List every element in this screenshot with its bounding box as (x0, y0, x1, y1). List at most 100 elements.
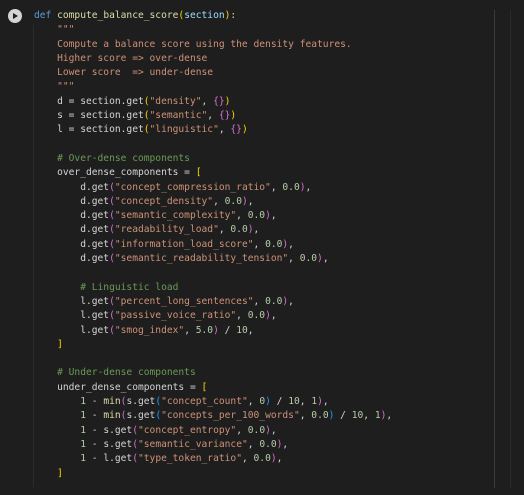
code-token: {} (213, 95, 225, 107)
code-token: d.get (34, 238, 110, 250)
code-token: d.get (34, 181, 110, 193)
code-token: ) (241, 124, 248, 136)
play-icon (13, 13, 18, 19)
code-token: l.get (34, 310, 110, 322)
code-line: d = section.get("density", {}) (34, 95, 392, 109)
code-token: , (247, 195, 254, 207)
code-token: , (299, 410, 312, 422)
code-token: Higher score => over-dense (34, 52, 208, 64)
code-token: "semantic" (149, 110, 208, 122)
code-token: {} (230, 124, 242, 136)
code-token: , (247, 324, 254, 336)
code-token: # Linguistic load (34, 281, 179, 293)
code-token: s = section.get (34, 110, 144, 122)
code-token: - (86, 396, 104, 408)
code-token: , (236, 210, 248, 222)
code-token: ) (230, 110, 237, 122)
code-editor[interactable]: def compute_balance_score(section): """ … (34, 9, 392, 481)
code-token: , (236, 310, 248, 322)
code-token: 0.0 (247, 424, 266, 436)
code-token: d.get (34, 253, 110, 265)
code-token: # Over-dense components (34, 152, 190, 164)
code-token: - l.get (86, 453, 133, 465)
code-token: "readability_load" (114, 224, 219, 236)
code-token: 0.0 (230, 224, 248, 236)
code-token: , (236, 424, 248, 436)
code-token: "concept_density" (114, 195, 214, 207)
code-token: """ (34, 24, 75, 36)
code-line: l.get("percent_long_sentences", 0.0), (34, 295, 392, 309)
code-token: - (86, 410, 104, 422)
scrollbar-track[interactable] (494, 10, 495, 488)
code-line: d.get("semantic_complexity", 0.0), (34, 209, 392, 223)
code-line: d.get("semantic_readability_tension", 0.… (34, 252, 392, 266)
code-token: , (288, 295, 294, 307)
code-token: 0.0 (311, 410, 329, 422)
code-token: "smog_index" (114, 324, 185, 336)
code-token: l = section.get (34, 124, 144, 136)
code-token: , (207, 110, 219, 122)
code-token: , (218, 224, 231, 236)
code-token: "semantic_readability_tension" (114, 253, 289, 265)
code-line: 1 - min(s.get("concepts_per_100_words", … (34, 409, 392, 423)
code-token: s.get (126, 396, 156, 408)
code-token: , (386, 410, 393, 422)
code-token: , (253, 238, 266, 250)
code-token: min (103, 396, 121, 408)
code-token: , (288, 238, 294, 250)
code-line: # Over-dense components (34, 152, 392, 166)
code-token: "semantic_complexity" (114, 210, 237, 222)
code-line: s = section.get("semantic", {}) (34, 109, 392, 123)
code-line: Compute a balance score using the densit… (34, 38, 392, 52)
code-line: l.get("passive_voice_ratio", 0.0), (34, 309, 392, 323)
code-token: , (270, 424, 277, 436)
code-line: """ (34, 80, 392, 94)
code-token: - s.get (86, 424, 133, 436)
code-token: "concept_count" (161, 396, 248, 408)
code-line: ] (34, 338, 392, 352)
code-token: 10 (351, 410, 364, 422)
code-token: / (334, 410, 352, 422)
code-token: 0.0 (247, 210, 266, 222)
code-token: / (270, 396, 289, 408)
code-token: , (247, 396, 260, 408)
code-token: , (270, 181, 283, 193)
code-token: ] (34, 338, 63, 350)
code-token: , (270, 210, 277, 222)
code-token: "type_token_ratio" (138, 453, 242, 465)
code-line: 1 - s.get("semantic_variance", 0.0), (34, 438, 392, 452)
code-token: [ (201, 381, 208, 393)
code-token: , (276, 453, 283, 465)
code-line: d.get("readability_load", 0.0), (34, 223, 392, 237)
code-token: / (218, 324, 237, 336)
code-token: , (305, 181, 312, 193)
code-line: # Under-dense components (34, 366, 392, 380)
code-line: l = section.get("linguistic", {}) (34, 123, 392, 137)
run-cell-button[interactable] (8, 9, 22, 23)
code-line: d.get("concept_compression_ratio", 0.0), (34, 181, 392, 195)
code-token: "semantic_variance" (138, 438, 248, 450)
code-token: ) (224, 95, 231, 107)
code-token: , (218, 124, 231, 136)
cell-border (510, 10, 511, 488)
code-token: under_dense_components = (34, 381, 202, 393)
code-token: l.get (34, 295, 110, 307)
code-line: 1 - l.get("type_token_ratio", 0.0), (34, 452, 392, 466)
code-token: , (322, 253, 329, 265)
code-token: 0.0 (282, 181, 300, 193)
code-line: d.get("information_load_score", 0.0), (34, 238, 392, 252)
code-cell[interactable]: def compute_balance_score(section): """ … (0, 0, 524, 495)
code-line: d.get("concept_density", 0.0), (34, 195, 392, 209)
code-token: compute_balance_score (57, 10, 179, 21)
code-token: "linguistic" (149, 124, 219, 136)
code-line: # Linguistic load (34, 281, 392, 295)
code-token: , (213, 195, 225, 207)
code-token: 0.0 (253, 453, 271, 465)
code-token: 5.0 (195, 324, 214, 336)
code-token: 0.0 (259, 438, 277, 450)
code-token: , (184, 324, 196, 336)
